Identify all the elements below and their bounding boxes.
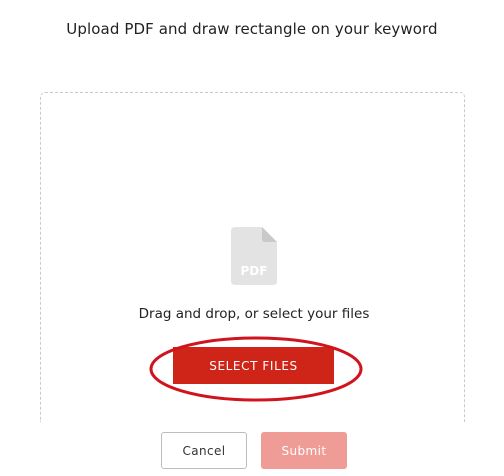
upload-page: Upload PDF and draw rectangle on your ke… [0,0,504,476]
cancel-button[interactable]: Cancel [161,432,247,469]
pdf-file-icon: PDF [231,227,277,285]
select-files-button[interactable]: SELECT FILES [173,347,334,384]
pdf-icon-label: PDF [241,264,268,278]
page-title: Upload PDF and draw rectangle on your ke… [66,20,438,38]
submit-button[interactable]: Submit [261,432,347,469]
dropzone-hint: Drag and drop, or select your files [138,306,370,322]
